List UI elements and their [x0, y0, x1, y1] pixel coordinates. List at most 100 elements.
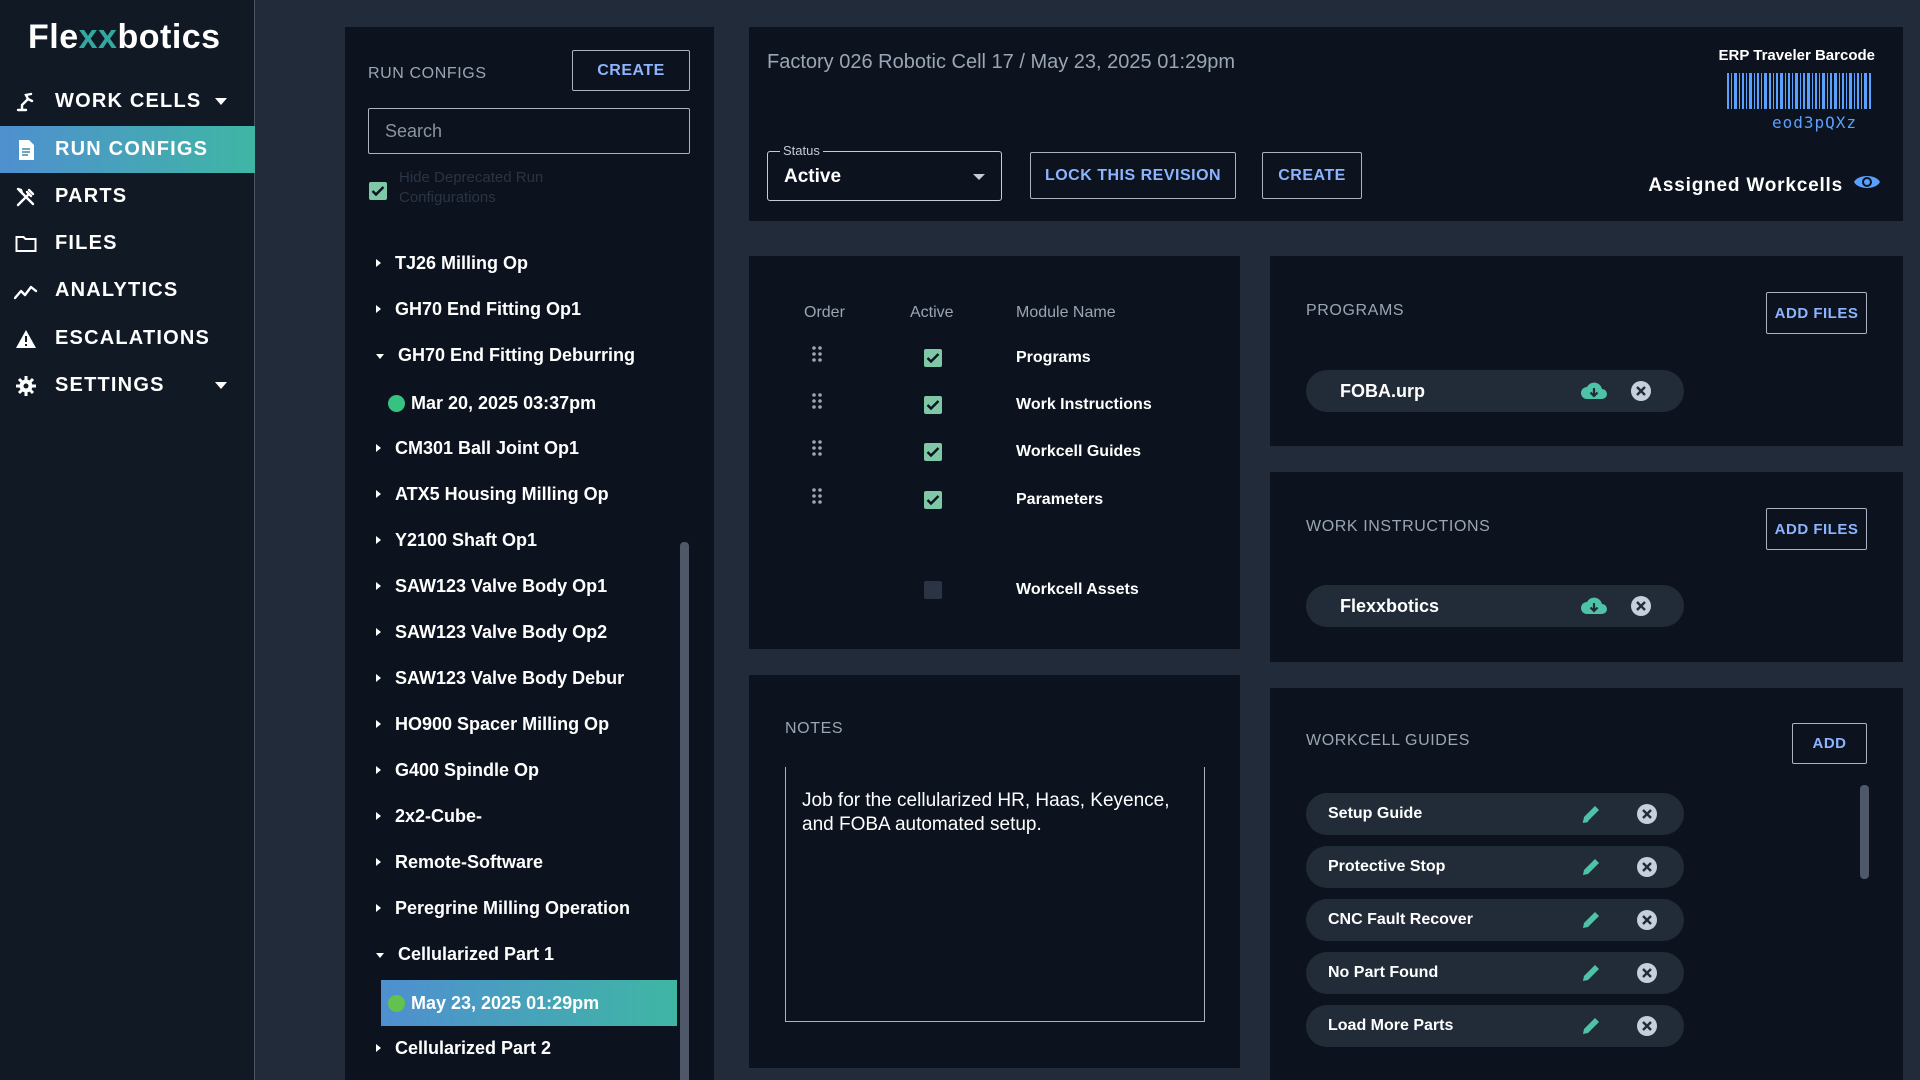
revision-item[interactable]: Mar 20, 2025 03:37pm	[381, 380, 677, 426]
revision-date: May 23, 2025 01:29pm	[411, 992, 600, 1013]
add-guide-button[interactable]: ADD	[1792, 723, 1867, 764]
lock-revision-button[interactable]: LOCK THIS REVISION	[1030, 152, 1236, 199]
run-config-item[interactable]: ATX5 Housing Milling Op	[368, 474, 686, 514]
run-config-item[interactable]: GH70 End Fitting Deburring	[368, 335, 686, 375]
module-name: Workcell Guides	[1016, 443, 1142, 460]
remove-icon[interactable]	[1636, 962, 1658, 984]
nav-escalations[interactable]: ESCALATIONS	[0, 315, 255, 362]
run-config-item[interactable]: CM301 Ball Joint Op1	[368, 428, 686, 468]
edit-pencil-icon[interactable]	[1580, 962, 1602, 984]
app-logo[interactable]: Flexxbotics	[28, 18, 221, 57]
edit-pencil-icon[interactable]	[1580, 856, 1602, 878]
program-file-chip[interactable]: FOBA.urp	[1306, 370, 1684, 412]
status-select[interactable]: Status Active	[767, 143, 1002, 201]
module-active-checkbox[interactable]	[924, 491, 942, 509]
run-config-item[interactable]: TJ26 Milling Op	[368, 243, 686, 283]
drag-handle-icon[interactable]	[811, 439, 823, 457]
run-config-label: CM301 Ball Joint Op1	[395, 437, 580, 458]
run-config-item[interactable]: Y2100 Shaft Op1	[368, 520, 686, 560]
warning-icon	[14, 327, 38, 351]
guide-item[interactable]: Load More Parts	[1306, 1005, 1684, 1047]
nav-settings[interactable]: SETTINGS	[0, 362, 255, 409]
sidebar: Flexxbotics WORK CELLS RUN CONFIGS PARTS…	[0, 0, 255, 1080]
create-revision-button[interactable]: CREATE	[1262, 152, 1362, 199]
nav-label: RUN CONFIGS	[55, 138, 209, 160]
logo-xx: xx	[78, 18, 118, 56]
nav-work-cells[interactable]: WORK CELLS	[0, 78, 255, 125]
remove-icon[interactable]	[1636, 856, 1658, 878]
run-config-item[interactable]: HO900 Spacer Milling Op	[368, 704, 686, 744]
cloud-download-icon[interactable]	[1580, 380, 1608, 402]
nav-analytics[interactable]: ANALYTICS	[0, 267, 255, 314]
run-config-item[interactable]: SAW123 Valve Body Debur	[368, 658, 686, 698]
modules-panel: Order Active Module Name Programs Work I…	[749, 256, 1240, 649]
create-run-config-button[interactable]: CREATE	[572, 50, 690, 91]
run-config-item[interactable]: Peregrine Milling Operation	[368, 888, 686, 928]
work-instruction-file-name: Flexxbotics	[1340, 595, 1440, 616]
chevron-right-icon	[376, 628, 381, 636]
run-config-item[interactable]: SAW123 Valve Body Op2	[368, 612, 686, 652]
barcode-icon	[1727, 73, 1871, 109]
remove-icon[interactable]	[1636, 803, 1658, 825]
run-config-item[interactable]: 2x2-Cube-	[368, 796, 686, 836]
guide-item[interactable]: CNC Fault Recover	[1306, 899, 1684, 941]
check-icon	[926, 495, 940, 506]
drag-handle-icon[interactable]	[811, 345, 823, 363]
module-name: Programs	[1016, 349, 1091, 366]
run-config-item[interactable]: G400 Spindle Op	[368, 750, 686, 790]
run-config-item[interactable]: GH70 End Fitting Op1	[368, 289, 686, 329]
edit-pencil-icon[interactable]	[1580, 803, 1602, 825]
nav-parts[interactable]: PARTS	[0, 173, 255, 220]
run-config-item[interactable]: Cellularized Part 1	[368, 934, 686, 974]
guide-name: Setup Guide	[1328, 805, 1423, 822]
nav-files[interactable]: FILES	[0, 220, 255, 267]
nav-run-configs[interactable]: RUN CONFIGS	[0, 126, 255, 173]
run-config-item[interactable]: Cellularized Part 2	[368, 1028, 686, 1068]
chevron-right-icon	[376, 305, 381, 313]
run-config-item[interactable]: SAW123 Valve Body Op1	[368, 566, 686, 606]
cloud-download-icon[interactable]	[1580, 595, 1608, 617]
revision-item-selected[interactable]: May 23, 2025 01:29pm	[381, 980, 677, 1026]
gear-icon	[14, 374, 38, 398]
search-input[interactable]	[368, 108, 690, 154]
list-scrollbar[interactable]	[680, 542, 689, 1080]
chevron-right-icon	[376, 582, 381, 590]
edit-pencil-icon[interactable]	[1580, 909, 1602, 931]
guide-item[interactable]: No Part Found	[1306, 952, 1684, 994]
nav-label: ANALYTICS	[55, 279, 179, 301]
work-instruction-file-chip[interactable]: Flexxbotics	[1306, 585, 1684, 627]
edit-pencil-icon[interactable]	[1580, 1015, 1602, 1037]
chevron-right-icon	[376, 444, 381, 452]
remove-icon[interactable]	[1630, 595, 1652, 617]
guide-item[interactable]: Protective Stop	[1306, 846, 1684, 888]
hide-deprecated-checkbox[interactable]	[369, 182, 387, 200]
revision-date: Mar 20, 2025 03:37pm	[411, 392, 597, 413]
guide-item[interactable]: Setup Guide	[1306, 793, 1684, 835]
run-configs-title: RUN CONFIGS	[368, 65, 487, 82]
add-work-instruction-files-button[interactable]: ADD FILES	[1766, 508, 1867, 550]
chevron-right-icon	[376, 858, 381, 866]
remove-icon[interactable]	[1630, 380, 1652, 402]
module-active-checkbox[interactable]	[924, 349, 942, 367]
eye-icon[interactable]	[1853, 171, 1881, 193]
check-icon	[371, 186, 385, 197]
folder-icon	[14, 232, 38, 256]
col-order-header: Order	[804, 304, 845, 321]
add-program-files-button[interactable]: ADD FILES	[1766, 292, 1867, 334]
module-active-checkbox[interactable]	[924, 396, 942, 414]
chevron-right-icon	[376, 766, 381, 774]
run-config-label: SAW123 Valve Body Op2	[395, 621, 608, 642]
logo-suffix: botics	[117, 18, 221, 56]
run-config-label: Peregrine Milling Operation	[395, 897, 631, 918]
remove-icon[interactable]	[1636, 909, 1658, 931]
drag-handle-icon[interactable]	[811, 487, 823, 505]
drag-handle-icon[interactable]	[811, 392, 823, 410]
guides-scrollbar[interactable]	[1860, 785, 1869, 879]
module-active-checkbox[interactable]	[924, 581, 942, 599]
module-active-checkbox[interactable]	[924, 443, 942, 461]
chevron-right-icon	[376, 720, 381, 728]
run-config-item[interactable]: Remote-Software	[368, 842, 686, 882]
chevron-right-icon	[376, 1044, 381, 1052]
remove-icon[interactable]	[1636, 1015, 1658, 1037]
notes-textarea[interactable]: Job for the cellularized HR, Haas, Keyen…	[785, 767, 1205, 1022]
